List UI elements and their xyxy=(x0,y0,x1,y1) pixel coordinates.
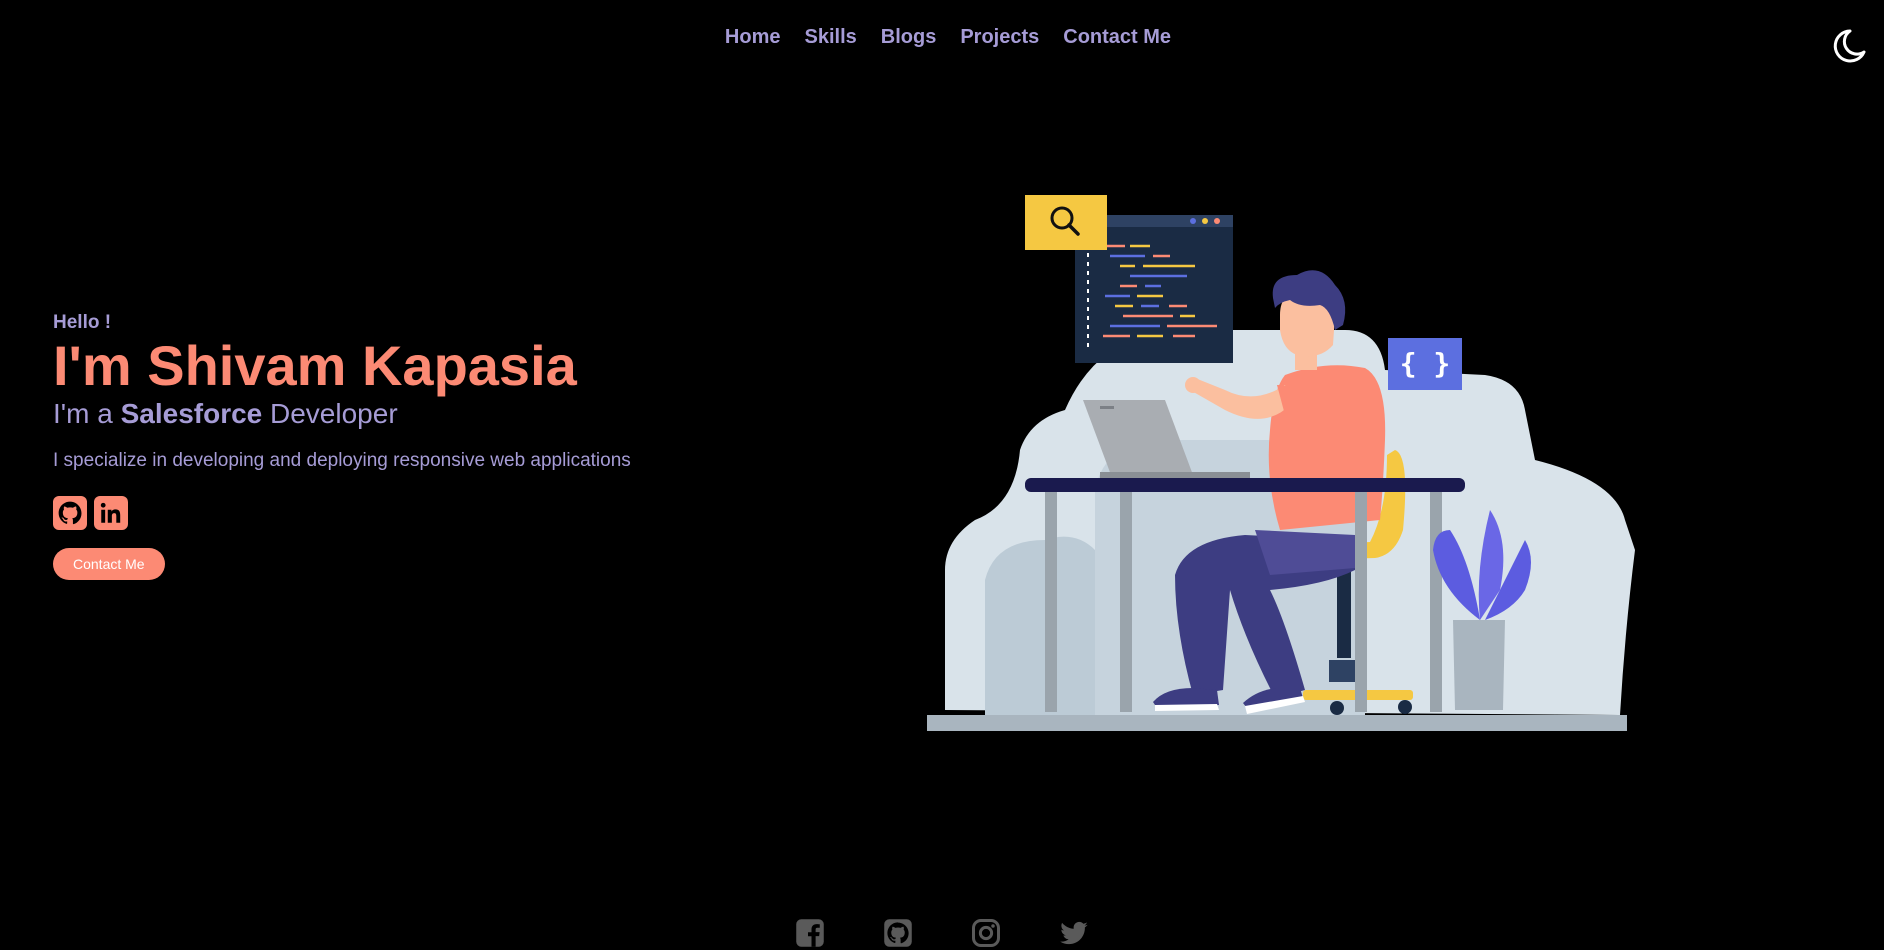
twitter-icon[interactable] xyxy=(1059,918,1089,948)
contact-me-button[interactable]: Contact Me xyxy=(53,548,165,580)
github-icon xyxy=(58,501,82,525)
greeting: Hello ! xyxy=(53,312,112,333)
github-link[interactable] xyxy=(53,496,87,530)
hero-section: Hello ! I'm Shivam Kapasia I'm a Salesfo… xyxy=(53,312,813,580)
svg-text:{ }: { } xyxy=(1400,347,1451,380)
nav-contact-me[interactable]: Contact Me xyxy=(1063,26,1171,49)
role-highlight: Salesforce xyxy=(120,398,263,429)
linkedin-link[interactable] xyxy=(94,496,128,530)
hero-social-links xyxy=(53,496,813,530)
nav-skills[interactable]: Skills xyxy=(805,26,857,49)
top-nav: Home Skills Blogs Projects Contact Me xyxy=(0,26,1884,49)
footer-social-links xyxy=(0,918,1884,948)
role-suffix: Developer xyxy=(262,398,398,429)
hero-tagline: I specialize in developing and deploying… xyxy=(53,450,631,471)
instagram-icon[interactable] xyxy=(971,918,1001,948)
developer-illustration: { } xyxy=(927,195,1635,731)
github-icon[interactable] xyxy=(883,918,913,948)
nav-home[interactable]: Home xyxy=(725,26,781,49)
role-prefix: I'm a xyxy=(53,398,121,429)
theme-toggle-button[interactable] xyxy=(1828,26,1868,66)
hero-name: I'm Shivam Kapasia xyxy=(53,334,577,397)
facebook-icon[interactable] xyxy=(795,918,825,948)
nav-projects[interactable]: Projects xyxy=(960,26,1039,49)
nav-blogs[interactable]: Blogs xyxy=(881,26,937,49)
page: Home Skills Blogs Projects Contact Me He… xyxy=(0,0,1884,950)
linkedin-icon xyxy=(100,502,121,523)
hero-role: I'm a Salesforce Developer xyxy=(53,396,813,432)
moon-icon xyxy=(1833,29,1866,63)
